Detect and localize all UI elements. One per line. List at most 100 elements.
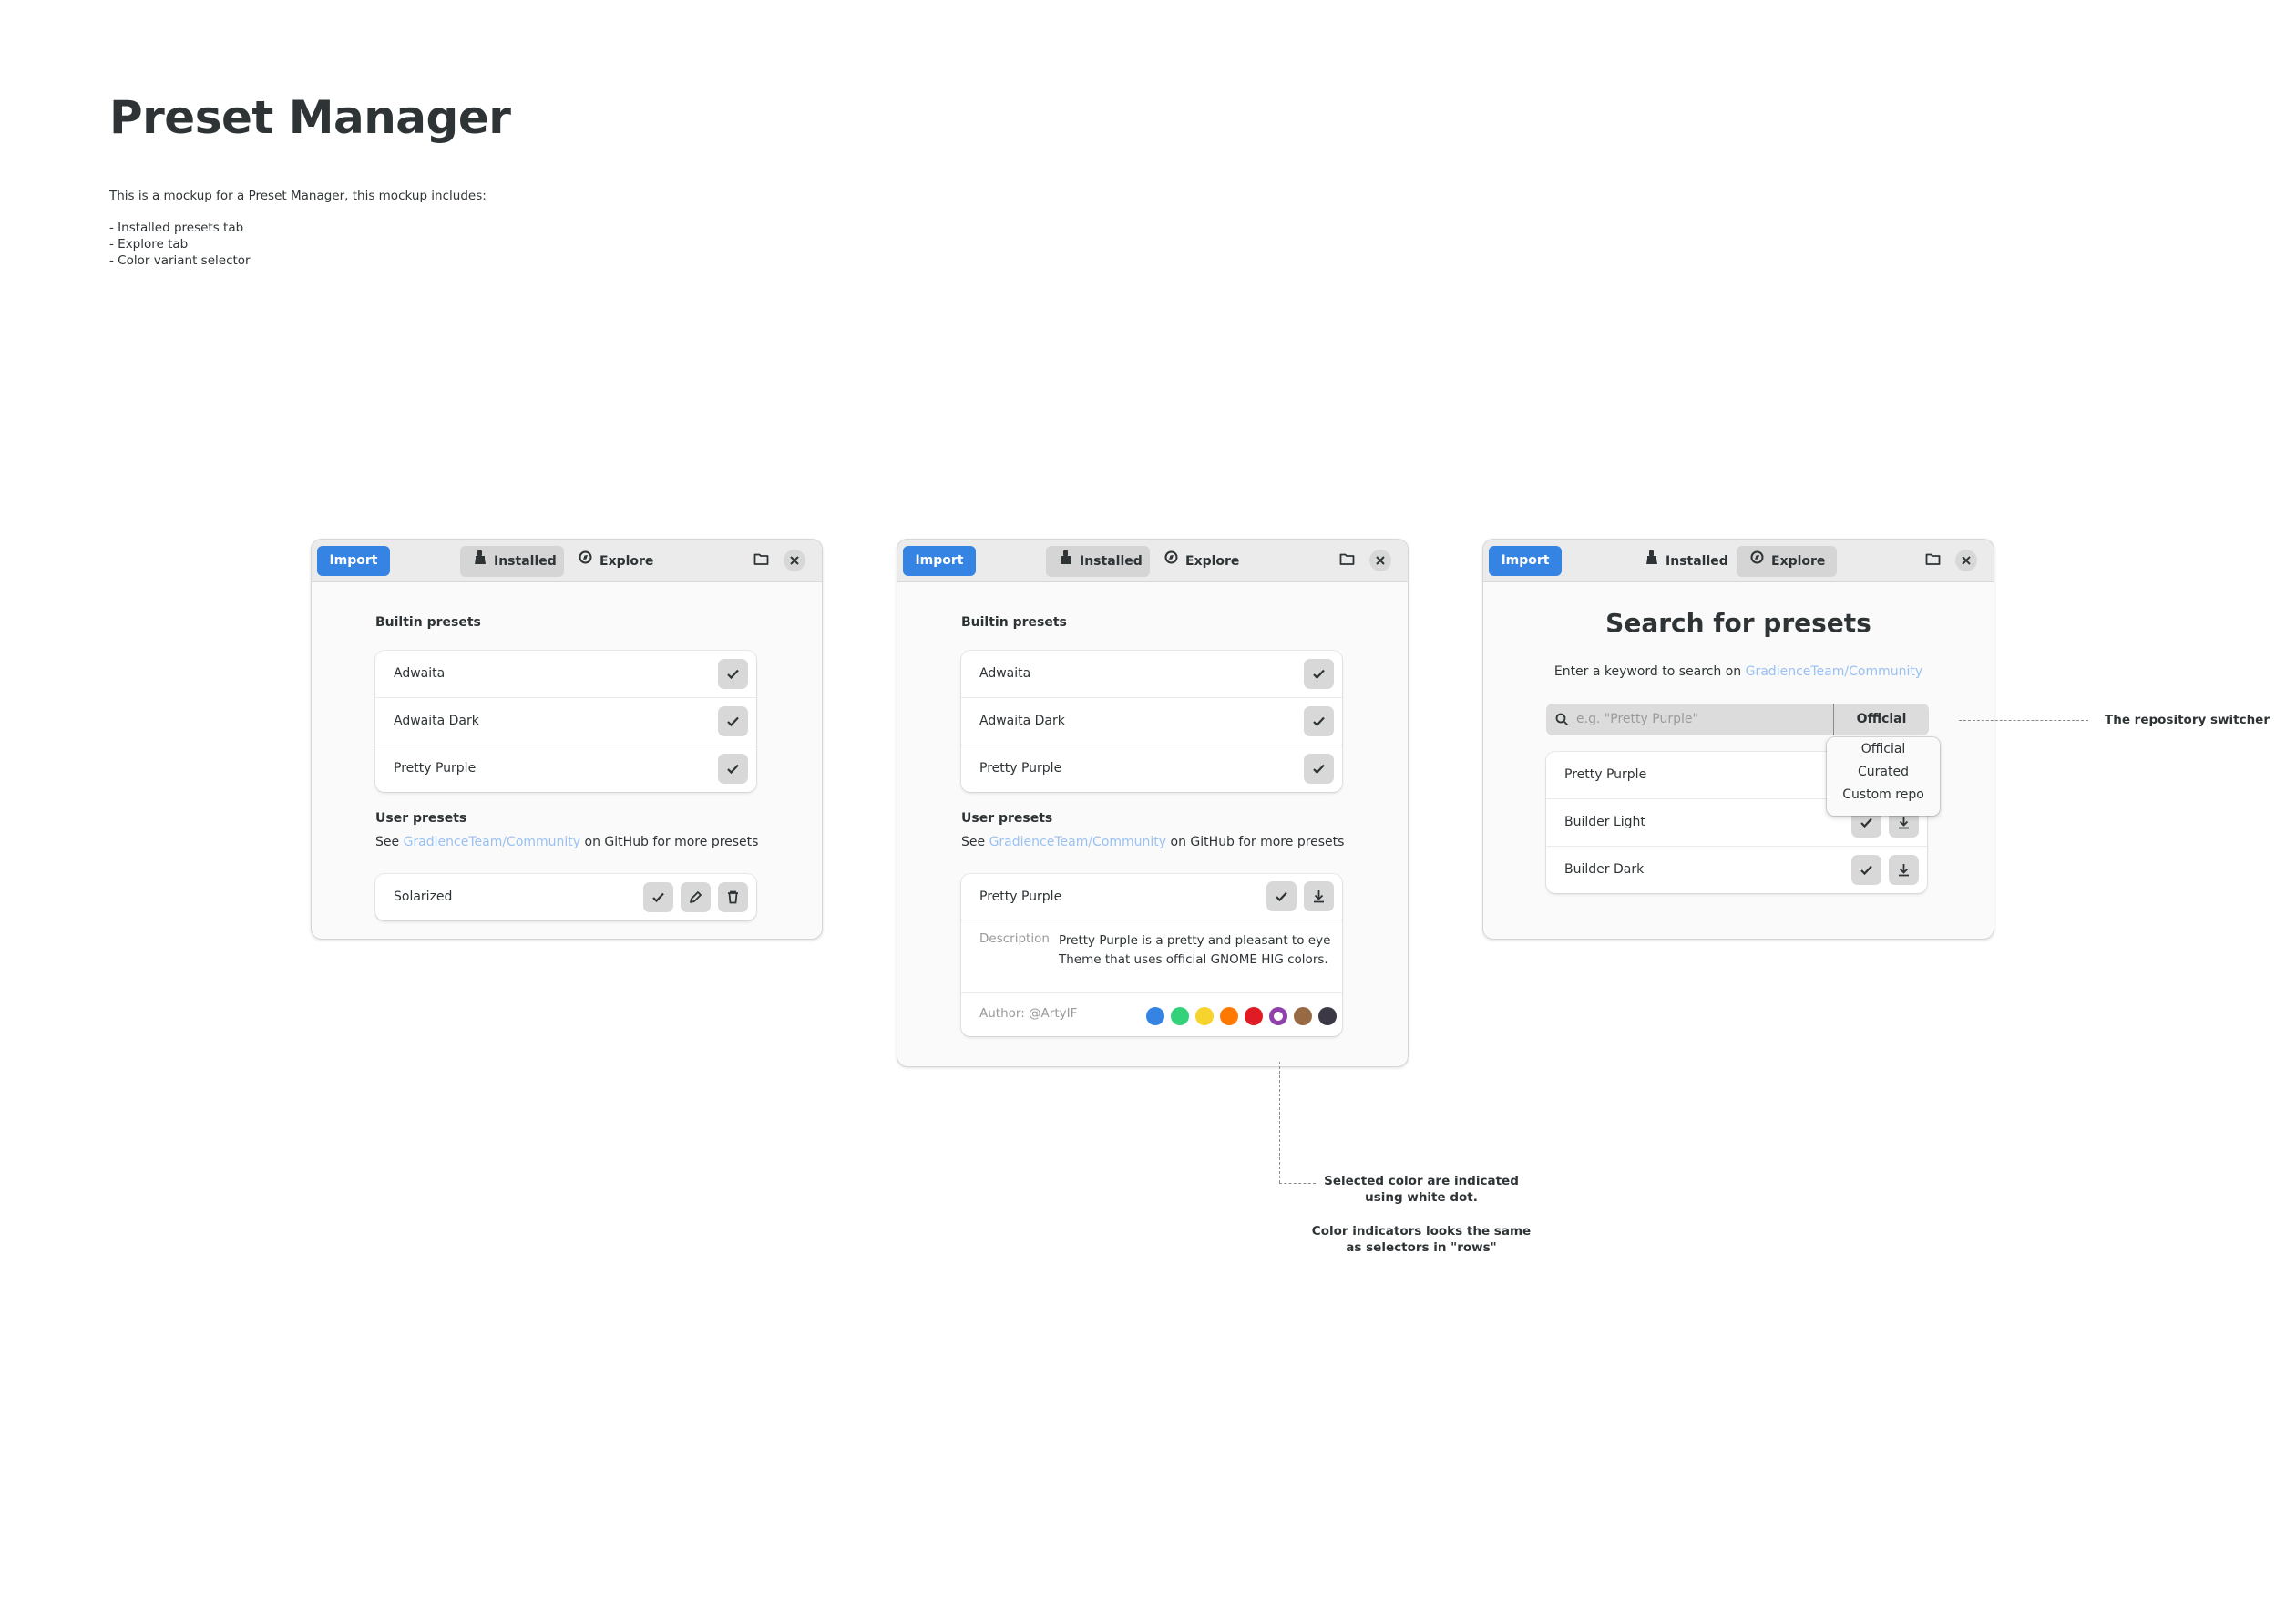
apply-button[interactable]	[1304, 659, 1334, 689]
tab-installed-label: Installed	[1080, 554, 1143, 569]
preset-name: Pretty Purple	[1564, 767, 1647, 782]
apply-button[interactable]	[1851, 855, 1881, 885]
check-icon	[1860, 817, 1872, 828]
download-icon	[1899, 864, 1909, 877]
repository-switcher[interactable]: Official	[1834, 704, 1929, 735]
check-icon	[727, 669, 739, 680]
note-suffix: on GitHub for more presets	[1166, 835, 1345, 849]
selected-indicator	[1274, 1012, 1283, 1021]
intro-bullet: - Explore tab	[109, 237, 189, 252]
repo-option-official[interactable]: Official	[1827, 742, 1940, 756]
github-note: See GradienceTeam/Community on GitHub fo…	[375, 835, 758, 849]
installed-window: Import Installed Explore Builtin presets…	[311, 539, 823, 940]
apply-button[interactable]	[1304, 706, 1334, 736]
import-button[interactable]: Import	[317, 546, 390, 576]
community-link[interactable]: GradienceTeam/Community	[404, 835, 581, 849]
intro-bullet: - Installed presets tab	[109, 221, 244, 235]
apply-button[interactable]	[718, 706, 748, 736]
headerbar: Import Installed Explore	[1483, 540, 1994, 582]
close-button[interactable]	[1955, 550, 1977, 571]
check-icon	[727, 764, 739, 775]
trash-icon	[728, 890, 738, 904]
download-button[interactable]	[1889, 855, 1919, 885]
search-placeholder: e.g. "Pretty Purple"	[1576, 712, 1698, 726]
color-dot[interactable]	[1294, 1007, 1312, 1025]
repo-option-custom[interactable]: Custom repo	[1827, 787, 1940, 802]
list-item: Solarized	[375, 874, 756, 920]
search-subtitle: Enter a keyword to search on GradienceTe…	[1483, 664, 1994, 679]
headerbar: Import Installed Explore	[897, 540, 1408, 582]
folder-icon[interactable]	[1925, 552, 1941, 570]
annotation-line-text: using white dot.	[1365, 1190, 1478, 1205]
delete-button[interactable]	[718, 882, 748, 912]
repo-option-curated[interactable]: Curated	[1827, 765, 1940, 779]
github-note: See GradienceTeam/Community on GitHub fo…	[961, 835, 1344, 849]
import-button[interactable]: Import	[903, 546, 976, 576]
user-presets-title: User presets	[375, 811, 467, 826]
color-dot[interactable]	[1146, 1007, 1164, 1025]
description-text: Pretty Purple is a pretty and pleasant t…	[1059, 933, 1331, 967]
color-dot[interactable]	[1318, 1007, 1337, 1025]
tab-installed[interactable]: Installed	[1632, 546, 1736, 577]
edit-button[interactable]	[681, 882, 711, 912]
brush-icon	[474, 545, 487, 576]
compass-icon	[579, 545, 592, 576]
intro-text: This is a mockup for a Preset Manager, t…	[109, 188, 487, 269]
installed-expanded-window: Import Installed Explore Builtin presets…	[897, 539, 1409, 1067]
note-prefix: See	[961, 835, 989, 849]
tab-installed[interactable]: Installed	[460, 546, 564, 577]
expanded-preset-header[interactable]: Pretty Purple	[961, 874, 1342, 920]
compass-icon	[1750, 545, 1764, 576]
download-icon	[1314, 890, 1324, 903]
search-icon	[1555, 713, 1569, 730]
tab-explore[interactable]: Explore	[565, 546, 665, 577]
import-button[interactable]: Import	[1489, 546, 1562, 576]
note-suffix: on GitHub for more presets	[580, 835, 759, 849]
apply-button[interactable]	[718, 659, 748, 689]
apply-button[interactable]	[1266, 881, 1297, 911]
brush-icon	[1060, 545, 1072, 576]
download-button[interactable]	[1304, 881, 1334, 911]
list-item: Adwaita	[375, 651, 756, 698]
folder-icon[interactable]	[1339, 552, 1355, 570]
color-dot-selected[interactable]	[1269, 1007, 1287, 1025]
folder-icon[interactable]	[753, 552, 769, 570]
close-button[interactable]	[1369, 550, 1391, 571]
close-icon	[790, 556, 799, 565]
color-dot[interactable]	[1245, 1007, 1263, 1025]
search-title: Search for presets	[1605, 608, 1871, 638]
preset-name: Pretty Purple	[979, 761, 1062, 776]
check-icon	[727, 716, 739, 727]
tab-explore-label: Explore	[1185, 554, 1240, 569]
apply-button[interactable]	[718, 754, 748, 784]
preset-name: Pretty Purple	[979, 889, 1062, 904]
preset-name: Adwaita Dark	[394, 714, 479, 728]
user-presets-list: Solarized	[375, 874, 756, 920]
search-input[interactable]: e.g. "Pretty Purple"	[1546, 704, 1834, 735]
community-link[interactable]: GradienceTeam/Community	[1746, 664, 1923, 679]
repo-switcher-annotation: The repository switcher	[2105, 713, 2270, 727]
tab-explore[interactable]: Explore	[1151, 546, 1251, 577]
close-button[interactable]	[784, 550, 805, 571]
tab-explore[interactable]: Explore	[1737, 546, 1837, 577]
apply-button[interactable]	[1304, 754, 1334, 784]
color-annotation: Selected color are indicated using white…	[1294, 1173, 1549, 1256]
annotation-line	[1959, 720, 2088, 721]
builtin-presets-title: Builtin presets	[961, 615, 1067, 630]
tab-installed[interactable]: Installed	[1046, 546, 1150, 577]
annotation-line-text: Color indicators looks the same	[1311, 1224, 1532, 1239]
tab-installed-label: Installed	[1666, 554, 1728, 569]
color-dot[interactable]	[1220, 1007, 1238, 1025]
note-prefix: See	[375, 835, 404, 849]
community-link[interactable]: GradienceTeam/Community	[989, 835, 1167, 849]
close-icon	[1376, 556, 1385, 565]
apply-button[interactable]	[643, 882, 673, 912]
pencil-icon	[690, 891, 702, 903]
check-icon	[1313, 716, 1325, 727]
intro-bullet: - Color variant selector	[109, 253, 251, 268]
color-dot[interactable]	[1171, 1007, 1189, 1025]
user-presets-title: User presets	[961, 811, 1053, 826]
color-dot[interactable]	[1195, 1007, 1214, 1025]
tab-explore-label: Explore	[1771, 554, 1826, 569]
check-icon	[1276, 891, 1287, 902]
